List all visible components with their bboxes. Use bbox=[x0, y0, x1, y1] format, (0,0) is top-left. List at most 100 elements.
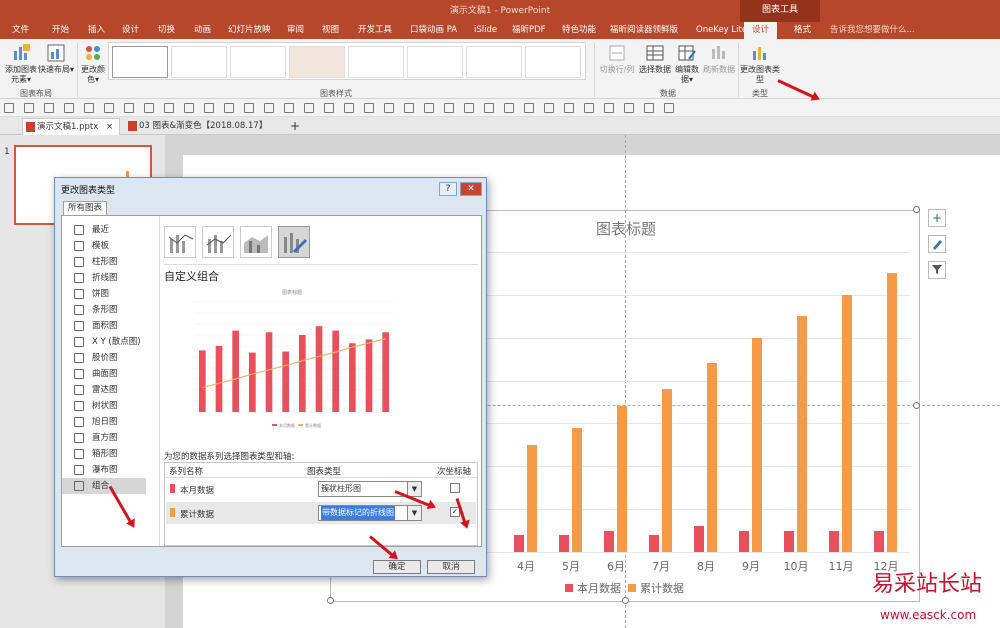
ok-button[interactable]: 确定 bbox=[373, 560, 421, 574]
toolbar-icon[interactable] bbox=[584, 103, 594, 113]
legend-item-series2[interactable]: 累计数据 bbox=[628, 580, 684, 596]
chart-type-select[interactable]: 带数据标记的折线图 ▼ bbox=[318, 505, 422, 521]
toolbar-icon[interactable] bbox=[204, 103, 214, 113]
bar-series2[interactable] bbox=[797, 316, 807, 552]
toolbar-icon[interactable] bbox=[404, 103, 414, 113]
combo-subtype-clustered-line[interactable] bbox=[164, 226, 196, 258]
toolbar-icon[interactable] bbox=[524, 103, 534, 113]
tab-1[interactable]: 开始 bbox=[52, 22, 69, 39]
bar-series2[interactable] bbox=[887, 273, 897, 552]
quick-layout-button[interactable]: 快速布局▾ bbox=[38, 43, 74, 75]
tab-12[interactable]: 福昕PDF bbox=[512, 22, 546, 39]
tab-all-charts[interactable]: 所有图表 bbox=[63, 201, 108, 215]
toolbar-icon[interactable] bbox=[104, 103, 114, 113]
toolbar-icon[interactable] bbox=[184, 103, 194, 113]
toolbar-icon[interactable] bbox=[44, 103, 54, 113]
tab-8[interactable]: 视图 bbox=[322, 22, 339, 39]
bar-series1[interactable] bbox=[559, 534, 569, 552]
chart-styles-gallery[interactable] bbox=[108, 42, 586, 80]
toolbar-icon[interactable] bbox=[564, 103, 574, 113]
chart-type-12[interactable]: 旭日图 bbox=[62, 414, 146, 430]
toolbar-icon[interactable] bbox=[444, 103, 454, 113]
tab-14[interactable]: 福昕阅读器领鲜版 bbox=[610, 22, 678, 39]
chart-filters-button[interactable] bbox=[928, 261, 946, 279]
combo-subtype-custom[interactable] bbox=[278, 226, 310, 258]
series-row[interactable]: 本月数据 簇状柱形图 ▼ bbox=[166, 478, 476, 500]
bar-series1[interactable] bbox=[739, 530, 749, 552]
toolbar-icon[interactable] bbox=[284, 103, 294, 113]
bar-series2[interactable] bbox=[707, 363, 717, 552]
doc-tab-active[interactable]: 演示文稿1.pptx × bbox=[22, 118, 120, 135]
toolbar-icon[interactable] bbox=[604, 103, 614, 113]
toolbar-icon[interactable] bbox=[344, 103, 354, 113]
resize-handle[interactable] bbox=[913, 402, 920, 409]
bar-series1[interactable] bbox=[874, 530, 884, 552]
switch-row-col-button[interactable]: 切换行/列 bbox=[598, 43, 636, 75]
chart-type-14[interactable]: 箱形图 bbox=[62, 446, 146, 462]
tab-17[interactable]: 格式 bbox=[794, 22, 811, 39]
toolbar-icon[interactable] bbox=[364, 103, 374, 113]
tab-16[interactable]: 设计 bbox=[744, 22, 778, 39]
doc-tab[interactable]: 03 图表&渐变色【2018.08.17】 bbox=[125, 118, 285, 135]
chart-type-3[interactable]: 折线图 bbox=[62, 270, 146, 286]
toolbar-icon[interactable] bbox=[384, 103, 394, 113]
chart-type-2[interactable]: 柱形图 bbox=[62, 254, 146, 270]
toolbar-icon[interactable] bbox=[244, 103, 254, 113]
toolbar-icon[interactable] bbox=[644, 103, 654, 113]
combo-subtype-area-column[interactable] bbox=[240, 226, 272, 258]
resize-handle[interactable] bbox=[913, 206, 920, 213]
chart-styles-button[interactable] bbox=[928, 235, 946, 253]
chart-style-thumb[interactable] bbox=[407, 46, 463, 78]
change-chart-type-button[interactable]: 更改图表类型 bbox=[740, 43, 780, 85]
bar-series2[interactable] bbox=[572, 427, 582, 552]
chart-style-thumb[interactable] bbox=[289, 46, 345, 78]
bar-series1[interactable] bbox=[829, 530, 839, 552]
chart-elements-button[interactable]: + bbox=[928, 209, 946, 227]
toolbar-icon[interactable] bbox=[484, 103, 494, 113]
toolbar-icon[interactable] bbox=[464, 103, 474, 113]
toolbar-icon[interactable] bbox=[324, 103, 334, 113]
add-chart-element-button[interactable]: 添加图表元素▾ bbox=[3, 43, 39, 85]
toolbar-icon[interactable] bbox=[4, 103, 14, 113]
toolbar-icon[interactable] bbox=[64, 103, 74, 113]
chart-style-thumb[interactable] bbox=[348, 46, 404, 78]
toolbar-icon[interactable] bbox=[504, 103, 514, 113]
chart-style-thumb[interactable] bbox=[230, 46, 286, 78]
bar-series1[interactable] bbox=[514, 534, 524, 552]
bar-series2[interactable] bbox=[527, 444, 537, 552]
bar-series1[interactable] bbox=[694, 526, 704, 552]
toolbar-icon[interactable] bbox=[424, 103, 434, 113]
select-data-button[interactable]: 选择数据 bbox=[638, 43, 672, 75]
chart-type-4[interactable]: 饼图 bbox=[62, 286, 146, 302]
cancel-button[interactable]: 取消 bbox=[427, 560, 475, 574]
chart-type-13[interactable]: 直方图 bbox=[62, 430, 146, 446]
refresh-data-button[interactable]: 刷新数据 bbox=[702, 43, 736, 75]
tab-13[interactable]: 特色功能 bbox=[562, 22, 596, 39]
help-button[interactable]: ? bbox=[439, 182, 457, 196]
toolbar-icon[interactable] bbox=[664, 103, 674, 113]
tell-me-box[interactable]: 告诉我您想要做什么... bbox=[830, 22, 915, 39]
chevron-down-icon[interactable]: ▼ bbox=[407, 506, 421, 520]
bar-series1[interactable] bbox=[784, 530, 794, 552]
tab-10[interactable]: 口袋动画 PA bbox=[410, 22, 457, 39]
new-tab-button[interactable]: + bbox=[282, 118, 300, 135]
chart-style-thumb[interactable] bbox=[112, 46, 168, 78]
bar-series1[interactable] bbox=[649, 534, 659, 552]
chart-type-0[interactable]: 最近 bbox=[62, 222, 146, 238]
chevron-down-icon[interactable]: ▼ bbox=[407, 482, 421, 496]
tab-7[interactable]: 审阅 bbox=[287, 22, 304, 39]
tab-15[interactable]: OneKey Lite bbox=[696, 22, 747, 39]
chart-type-1[interactable]: 模板 bbox=[62, 238, 146, 254]
toolbar-icon[interactable] bbox=[304, 103, 314, 113]
toolbar-icon[interactable] bbox=[544, 103, 554, 113]
chart-type-6[interactable]: 面积图 bbox=[62, 318, 146, 334]
chart-type-5[interactable]: 条形图 bbox=[62, 302, 146, 318]
tab-2[interactable]: 插入 bbox=[88, 22, 105, 39]
chart-style-thumb[interactable] bbox=[171, 46, 227, 78]
toolbar-icon[interactable] bbox=[624, 103, 634, 113]
toolbar-icon[interactable] bbox=[144, 103, 154, 113]
chart-title[interactable]: 图表标题 bbox=[566, 218, 686, 239]
tab-3[interactable]: 设计 bbox=[122, 22, 139, 39]
toolbar-icon[interactable] bbox=[84, 103, 94, 113]
close-icon[interactable]: × bbox=[106, 122, 113, 132]
